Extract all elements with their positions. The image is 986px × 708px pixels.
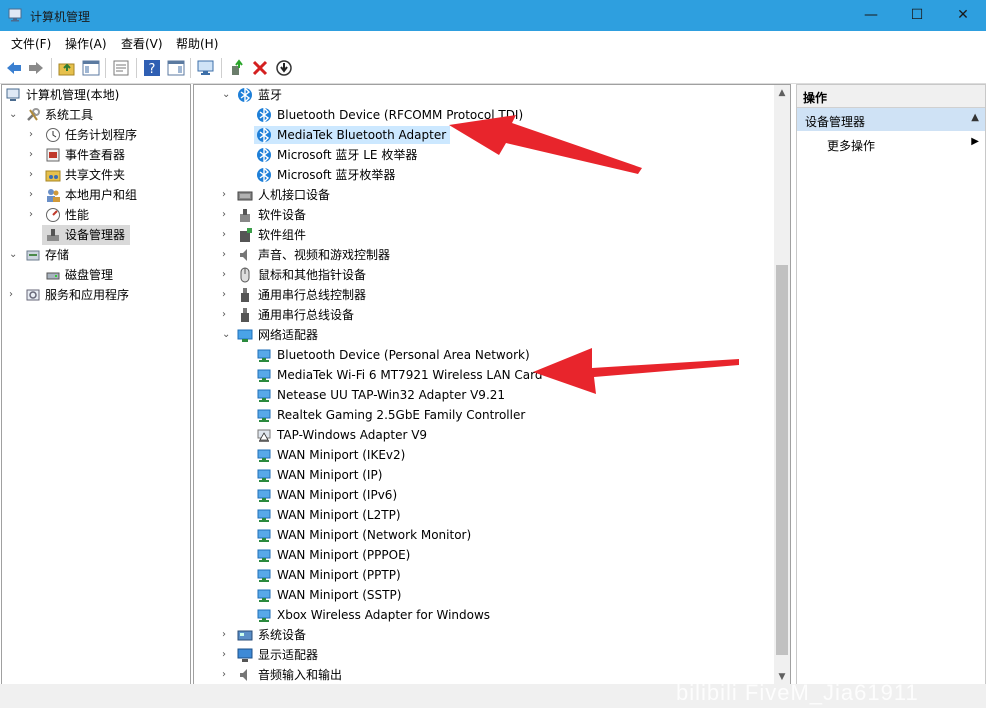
storage-icon bbox=[26, 250, 40, 261]
device-tree: ⌄ 蓝牙 Bluetooth Device (RFCOMM Protocol TDI… bbox=[193, 84, 791, 686]
window-title: 计算机管理 bbox=[30, 10, 91, 24]
scroll-up-icon[interactable]: ▲ bbox=[774, 85, 790, 101]
menu-file[interactable]: 文件(F) bbox=[11, 35, 51, 52]
chevron-right-icon[interactable]: › bbox=[29, 210, 37, 220]
title-bar: 计算机管理 — ☐ ✕ bbox=[0, 0, 986, 31]
tree-label: 本地用户和组 bbox=[65, 188, 138, 202]
chevron-right-icon[interactable]: › bbox=[29, 130, 37, 140]
users-icon bbox=[47, 189, 60, 202]
tree-item-storage[interactable]: ⌄ 存储 bbox=[2, 245, 190, 265]
tree-label: 存储 bbox=[45, 248, 70, 262]
red-arrow-bluetooth bbox=[449, 115, 642, 174]
svg-text:?: ? bbox=[149, 62, 156, 77]
maximize-button[interactable]: ☐ bbox=[894, 0, 940, 31]
tree-label: 计算机管理(本地) bbox=[26, 88, 120, 102]
up-folder-icon[interactable] bbox=[58, 59, 76, 77]
tree-item-device-manager[interactable]: 设备管理器 bbox=[42, 225, 130, 245]
uninstall-icon[interactable] bbox=[251, 59, 269, 77]
chevron-right-icon[interactable]: › bbox=[29, 170, 37, 180]
menu-bar: 文件(F) 操作(A) 查看(V) 帮助(H) bbox=[0, 31, 986, 54]
actions-section-device-manager[interactable]: 设备管理器 ▲ bbox=[797, 108, 985, 131]
toolbar: ? bbox=[0, 54, 986, 84]
show-action-pane-icon[interactable] bbox=[167, 59, 185, 77]
menu-help[interactable]: 帮助(H) bbox=[176, 35, 218, 52]
shared-folder-icon bbox=[45, 170, 61, 182]
tree-label: 共享文件夹 bbox=[65, 168, 126, 182]
tree-item-system-tools[interactable]: ⌄ 系统工具 bbox=[2, 105, 190, 125]
tree-item-shared-folders[interactable]: › 共享文件夹 bbox=[2, 165, 190, 185]
tree-item-local-users[interactable]: › 本地用户和组 bbox=[2, 185, 190, 205]
chevron-right-icon[interactable]: › bbox=[9, 290, 17, 300]
update-driver-icon[interactable] bbox=[228, 59, 246, 77]
tree-label: 任务计划程序 bbox=[65, 128, 138, 142]
actions-title: 操作 bbox=[803, 91, 828, 105]
tree-label: 设备管理器 bbox=[65, 228, 126, 242]
event-viewer-icon bbox=[46, 148, 60, 162]
vertical-scrollbar[interactable]: ▲ ▼ bbox=[774, 85, 790, 685]
disable-device-icon[interactable] bbox=[275, 59, 293, 77]
tree-item-task-scheduler[interactable]: › 任务计划程序 bbox=[2, 125, 190, 145]
more-actions-label: 更多操作 bbox=[827, 139, 876, 153]
tools-icon bbox=[27, 108, 40, 121]
close-button[interactable]: ✕ bbox=[940, 0, 986, 31]
menu-view[interactable]: 查看(V) bbox=[121, 35, 163, 52]
back-icon[interactable] bbox=[5, 59, 23, 77]
properties-icon[interactable] bbox=[112, 59, 130, 77]
tree-item-performance[interactable]: › 性能 bbox=[2, 205, 190, 225]
submenu-arrow-icon: ▶ bbox=[971, 136, 979, 147]
services-icon bbox=[26, 289, 40, 301]
computer-management-icon bbox=[8, 8, 22, 22]
more-actions-item[interactable]: 更多操作 ▶ bbox=[797, 133, 985, 155]
show-hide-tree-icon[interactable] bbox=[82, 59, 100, 77]
clock-icon bbox=[46, 128, 60, 142]
menu-action[interactable]: 操作(A) bbox=[65, 35, 107, 52]
tree-label: 系统工具 bbox=[45, 108, 94, 122]
tree-label: 性能 bbox=[65, 208, 90, 222]
tree-item-services-apps[interactable]: › 服务和应用程序 bbox=[2, 285, 190, 305]
forward-icon[interactable] bbox=[27, 59, 45, 77]
tree-label: 事件查看器 bbox=[65, 148, 126, 162]
chevron-right-icon[interactable]: › bbox=[29, 190, 37, 200]
scan-hardware-icon[interactable] bbox=[197, 59, 215, 77]
tree-item-event-viewer[interactable]: › 事件查看器 bbox=[2, 145, 190, 165]
disk-icon bbox=[46, 272, 60, 280]
scroll-thumb[interactable] bbox=[776, 265, 788, 655]
minimize-button[interactable]: — bbox=[848, 0, 894, 31]
actions-pane: 操作 设备管理器 ▲ 更多操作 ▶ bbox=[796, 84, 986, 686]
computer-management-icon bbox=[6, 88, 20, 101]
actions-section-label: 设备管理器 bbox=[805, 115, 866, 129]
tree-label: 磁盘管理 bbox=[65, 268, 114, 282]
watermark: bilibili FiveM_Jia61911 bbox=[676, 680, 919, 705]
tree-item-disk-management[interactable]: 磁盘管理 bbox=[2, 265, 190, 285]
tree-label: 服务和应用程序 bbox=[45, 288, 130, 302]
device-manager-icon bbox=[47, 229, 59, 241]
red-arrow-wifi bbox=[533, 348, 739, 394]
chevron-down-icon[interactable]: ⌄ bbox=[9, 250, 17, 260]
performance-icon bbox=[46, 208, 60, 222]
console-tree: 计算机管理(本地) ⌄ 系统工具 › 任务计划程序 › 事件查看器 › 共享文件… bbox=[1, 84, 191, 686]
chevron-right-icon[interactable]: › bbox=[29, 150, 37, 160]
chevron-down-icon[interactable]: ⌄ bbox=[9, 110, 17, 120]
actions-header: 操作 bbox=[797, 85, 985, 108]
annotation-arrows bbox=[449, 115, 739, 394]
tree-item-computer-management[interactable]: 计算机管理(本地) bbox=[2, 85, 190, 105]
help-icon[interactable]: ? bbox=[143, 59, 161, 77]
collapse-up-icon[interactable]: ▲ bbox=[971, 112, 979, 123]
